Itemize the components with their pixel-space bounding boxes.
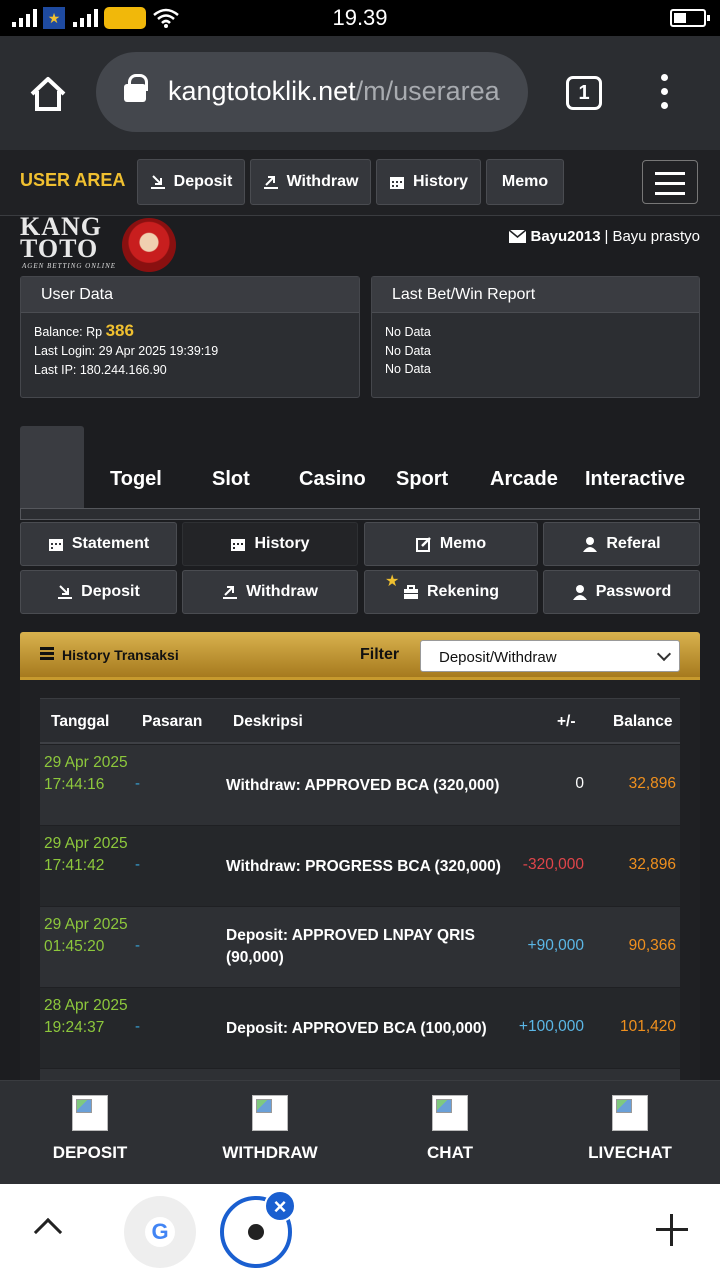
memo-menu-button[interactable]: Memo: [364, 522, 538, 566]
status-bar: ★ 19.39: [0, 0, 720, 36]
user-identity: Bayu2013 | Bayu prastyo: [509, 228, 700, 245]
col-deskripsi: Deskripsi: [233, 713, 303, 730]
filter-label: Filter: [360, 646, 400, 663]
col-pasaran: Pasaran: [142, 713, 203, 730]
filter-select[interactable]: Deposit/Withdraw: [420, 640, 680, 672]
history-header: History Transaksi Filter Deposit/Withdra…: [20, 632, 700, 680]
table-row: 29 Apr 2025 17:41:42 - Withdraw: PROGRES…: [40, 826, 680, 907]
table-row: [40, 1069, 680, 1080]
close-icon[interactable]: ×: [264, 1190, 296, 1222]
home-icon[interactable]: [28, 74, 68, 114]
calendar-icon: [231, 539, 246, 551]
float-chat-button[interactable]: CHAT: [360, 1081, 540, 1185]
tab-casino[interactable]: Casino: [299, 468, 366, 491]
edit-icon: [415, 537, 431, 552]
withdraw-icon: [223, 586, 238, 599]
nav-memo-button[interactable]: Memo: [486, 159, 564, 205]
table-row: 29 Apr 2025 01:45:20 - Deposit: APPROVED…: [40, 907, 680, 988]
plus-icon[interactable]: [656, 1214, 688, 1246]
battery-icon: [670, 9, 710, 27]
floating-bottom-nav: DEPOSIT WITHDRAW CHAT LIVECHAT: [0, 1080, 720, 1184]
envelope-icon[interactable]: [509, 230, 527, 243]
last-ip: Last IP: 180.244.166.90: [34, 363, 167, 377]
password-button[interactable]: Password: [543, 570, 700, 614]
referal-button[interactable]: Referal: [543, 522, 700, 566]
deposit-icon: [58, 585, 73, 599]
browser-bottom-bar: G ×: [0, 1184, 720, 1280]
hamburger-menu-icon[interactable]: [642, 160, 698, 204]
logo-mascot-icon: [122, 218, 176, 272]
col-tanggal: Tanggal: [51, 713, 110, 730]
user-icon: [572, 585, 587, 600]
tab-selected[interactable]: [20, 426, 84, 516]
star-icon: ★: [385, 573, 400, 590]
col-balance: Balance: [613, 713, 673, 730]
last-login: Last Login: 29 Apr 2025 19:39:19: [34, 344, 219, 358]
google-icon[interactable]: G: [124, 1196, 196, 1268]
user-area-label[interactable]: USER AREA: [20, 170, 125, 191]
float-withdraw-button[interactable]: WITHDRAW: [180, 1081, 360, 1185]
tab-interactive[interactable]: Interactive: [585, 468, 685, 491]
broken-image-icon: [432, 1095, 468, 1131]
briefcase-icon: [403, 584, 418, 599]
broken-image-icon: [252, 1095, 288, 1131]
last-bet-panel: Last Bet/Win Report No Data No Data No D…: [371, 276, 700, 398]
nav-deposit-button[interactable]: Deposit: [137, 159, 245, 205]
deposit-menu-button[interactable]: Deposit: [20, 570, 177, 614]
browser-toolbar: kangtotoklik.net/m/userarea 1: [0, 36, 720, 150]
float-livechat-button[interactable]: LIVECHAT: [540, 1081, 720, 1185]
withdraw-menu-button[interactable]: Withdraw: [182, 570, 358, 614]
tab-sport[interactable]: Sport: [396, 468, 448, 491]
chevron-up-icon[interactable]: [33, 1217, 63, 1247]
tab-switcher-button[interactable]: 1: [566, 76, 602, 110]
panel-title: Last Bet/Win Report: [372, 277, 699, 313]
site-navbar: USER AREA Deposit Withdraw History Memo: [0, 150, 720, 216]
history-menu-button[interactable]: History: [182, 522, 358, 566]
tab-slot[interactable]: Slot: [212, 468, 250, 491]
history-title: History Transaksi: [62, 647, 179, 663]
statement-button[interactable]: Statement: [20, 522, 177, 566]
username: Bayu2013: [530, 228, 601, 245]
lock-icon: [124, 74, 148, 102]
nav-withdraw-button[interactable]: Withdraw: [250, 159, 371, 205]
table-header: Tanggal Pasaran Deskripsi +/- Balance: [40, 698, 680, 744]
no-data-text: No Data: [385, 362, 431, 376]
tab-togel[interactable]: Togel: [110, 468, 162, 491]
rekening-button[interactable]: ★ Rekening: [364, 570, 538, 614]
calendar-icon: [48, 539, 63, 551]
user-icon: [583, 537, 598, 552]
panel-title: User Data: [21, 277, 359, 313]
clock: 19.39: [332, 5, 388, 30]
no-data-text: No Data: [385, 343, 431, 358]
tab-arcade[interactable]: Arcade: [490, 468, 558, 491]
address-bar[interactable]: kangtotoklik.net/m/userarea: [96, 52, 528, 132]
list-icon: [40, 647, 54, 660]
user-data-panel: User Data Balance: Rp 386 Last Login: 29…: [20, 276, 360, 398]
broken-image-icon: [72, 1095, 108, 1131]
broken-image-icon: [612, 1095, 648, 1131]
table-row: 28 Apr 2025 19:24:37 - Deposit: APPROVED…: [40, 988, 680, 1069]
calendar-icon: [389, 177, 404, 189]
chevron-down-icon: [656, 646, 672, 662]
no-data-text: No Data: [385, 325, 431, 339]
url-text: kangtotoklik.net/m/userarea: [168, 76, 500, 106]
col-amount: +/-: [557, 713, 576, 730]
full-name: Bayu prastyo: [612, 228, 700, 245]
site-logo[interactable]: KANG TOTO AGEN BETTING ONLINE: [18, 214, 178, 276]
game-tabs: Togel Slot Casino Sport Arcade Interacti…: [20, 426, 700, 520]
balance-value: 386: [105, 321, 134, 340]
float-deposit-button[interactable]: DEPOSIT: [0, 1081, 180, 1185]
tab-content-bar: [20, 508, 700, 520]
nav-history-button[interactable]: History: [376, 159, 481, 205]
history-table: Tanggal Pasaran Deskripsi +/- Balance 29…: [20, 680, 700, 1080]
withdraw-icon: [263, 176, 278, 189]
deposit-icon: [150, 175, 165, 189]
table-row: 29 Apr 2025 17:44:16 - Withdraw: APPROVE…: [40, 745, 680, 826]
more-options-icon[interactable]: [654, 74, 674, 114]
